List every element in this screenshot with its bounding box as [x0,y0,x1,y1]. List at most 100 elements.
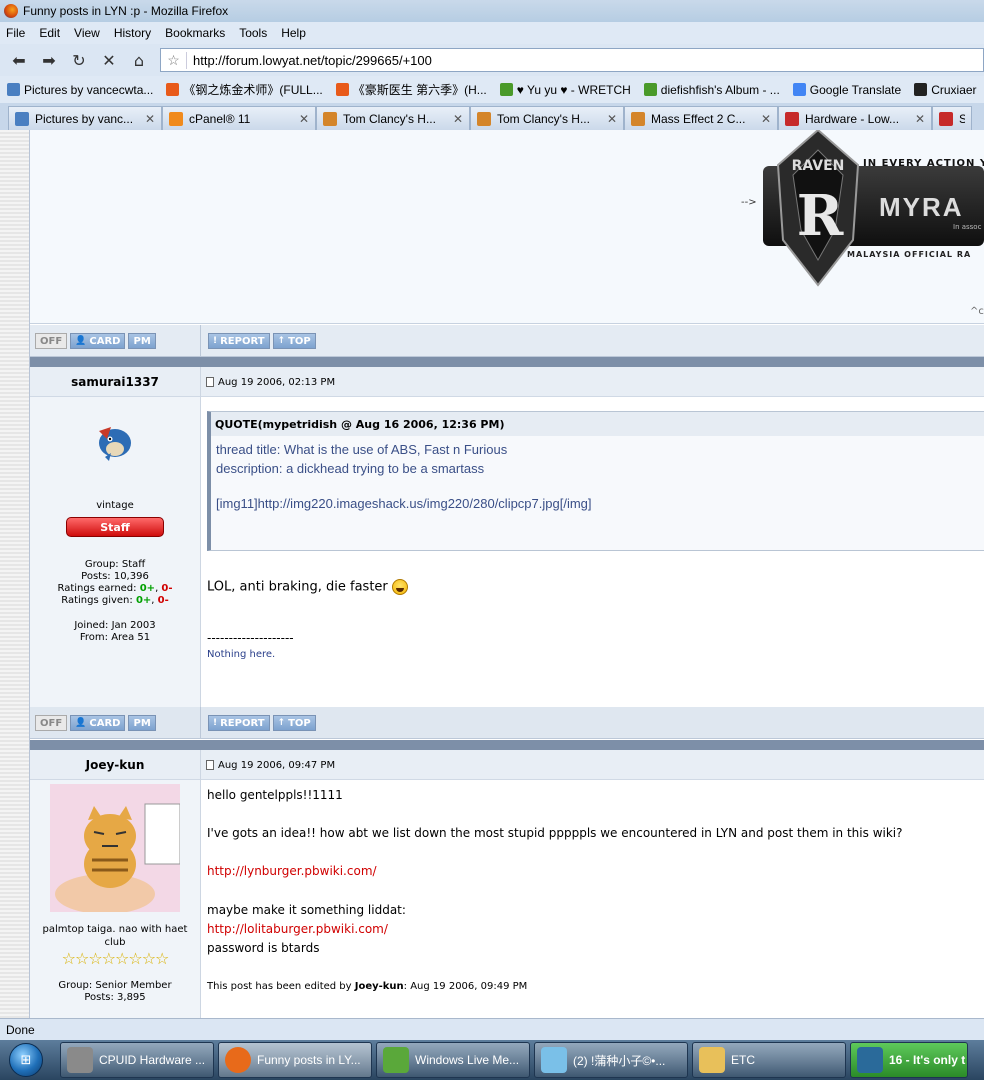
banner-subtitle: MALAYSIA OFFICIAL RA [847,250,972,259]
post-document-icon [206,760,214,770]
browser-tab[interactable]: Tom Clancy's H... ✕ [470,106,624,130]
menu-tools[interactable]: Tools [239,26,267,40]
user-posts: Posts: 10,396 [81,571,149,582]
tab-favicon-icon [785,111,799,126]
menu-help[interactable]: Help [281,26,306,40]
browser-tab[interactable]: Mass Effect 2 C... ✕ [624,106,778,130]
bookmark-label: 《钢之炼金术师》(FULL... [183,83,323,97]
taskbar-label: ETC [731,1053,755,1067]
edited-prefix: This post has been edited by [207,981,355,992]
browser-tab[interactable]: Tom Clancy's H... ✕ [316,106,470,130]
taskbar-item[interactable]: Windows Live Me... [376,1042,530,1078]
quote-block: QUOTE(mypetridish @ Aug 16 2006, 12:36 P… [207,411,984,551]
browser-tab[interactable]: cPanel® 11 ✕ [162,106,316,130]
taskbar-app-icon [225,1047,251,1073]
taskbar-item[interactable]: (2) !蒲种小子©•... [534,1042,688,1078]
banner-assoc: In assoc [953,223,982,231]
card-button[interactable]: 👤 CARD [70,333,126,349]
pm-button[interactable]: PM [128,333,156,349]
report-button[interactable]: ! REPORT [208,333,270,349]
top-button[interactable]: ↑ TOP [272,333,316,349]
back-button[interactable]: ⬅ [6,48,32,72]
top-label: TOP [288,335,311,347]
post-author[interactable]: samurai1337 [30,367,201,397]
taskbar-item[interactable]: CPUID Hardware ... [60,1042,214,1078]
forward-button[interactable]: ➡ [36,48,62,72]
post-date: Aug 19 2006, 09:47 PM [206,750,335,780]
post-link[interactable]: http://lolitaburger.pbwiki.com/ [207,922,388,936]
page-content[interactable]: --> IN EVERY ACTION YOU TA RAVEN R MYRA … [30,130,984,1018]
rank-stars-icon: ☆☆☆☆☆☆☆☆ [61,949,170,968]
tab-bar: Pictures by vanc... ✕ cPanel® 11 ✕ Tom Cla… [0,103,984,130]
bookmark-item[interactable]: 《豪斯医生 第六季》(H... [335,81,487,98]
edited-date: : Aug 19 2006, 09:49 PM [403,981,528,992]
bookmark-item[interactable]: 《钢之炼金术师》(FULL... [166,81,323,98]
pm-button[interactable]: PM [128,715,156,731]
menu-bookmarks[interactable]: Bookmarks [165,26,225,40]
navigation-toolbar: ⬅ ➡ ↻ ✕ ⌂ ☆ http://forum.lowyat.net/topi… [0,44,984,76]
ratings-given-label: Ratings given: [61,595,133,606]
browser-tab[interactable]: Sea [932,106,972,130]
taskbar-label: Funny posts in LY... [257,1053,361,1067]
bookmark-item[interactable]: ♥ Yu yu ♥ - WRETCH [499,83,631,97]
home-button[interactable]: ⌂ [126,48,152,72]
bookmark-item[interactable]: Cruxiaer [914,83,977,97]
post-body: QUOTE(mypetridish @ Aug 16 2006, 12:36 P… [202,397,984,707]
raven-banner[interactable]: IN EVERY ACTION YOU TA RAVEN R MYRA In a… [763,130,984,295]
ratings-given-negative: 0- [157,595,169,606]
bookmark-item[interactable]: Pictures by vancecwta... [7,83,153,97]
raven-shield-icon: RAVEN R [776,130,860,287]
staff-rank-badge: Staff [66,517,164,537]
user-title: palmtop taiga. nao with haet club [42,924,188,948]
taskbar-app-icon [699,1047,725,1073]
online-status-button[interactable]: OFF [35,333,68,349]
url-bar[interactable]: ☆ http://forum.lowyat.net/topic/299665/+… [160,48,984,72]
user-info-panel: vintage Staff Group: Staff Posts: 10,396… [30,397,201,707]
close-tab-icon[interactable]: ✕ [761,112,771,126]
online-status-button[interactable]: OFF [35,715,68,731]
close-tab-icon[interactable]: ✕ [453,112,463,126]
post-text-line: I've gots an idea!! how abt we list down… [207,826,903,840]
post-author[interactable]: Joey-kun [30,750,201,780]
close-tab-icon[interactable]: ✕ [145,112,155,126]
close-tab-icon[interactable]: ✕ [915,112,925,126]
card-label: CARD [89,717,121,729]
bookmark-favicon-icon [166,83,180,96]
close-tab-icon[interactable]: ✕ [299,112,309,126]
taskbar-item[interactable]: ETC [692,1042,846,1078]
top-button[interactable]: ↑ TOP [272,715,316,731]
ratings-given-positive: 0+ [135,595,152,606]
report-button[interactable]: ! REPORT [208,715,270,731]
stop-button[interactable]: ✕ [96,48,122,72]
bookmark-item[interactable]: Google Translate [792,82,902,97]
tab-label: Sea [959,112,965,126]
menu-view[interactable]: View [74,26,100,40]
browser-tab[interactable]: Hardware - Low... ✕ [778,106,932,130]
menu-history[interactable]: History [114,26,151,40]
ratings-earned-negative: 0- [161,583,173,594]
bookmark-favicon-icon [914,83,928,96]
browser-tab[interactable]: Pictures by vanc... ✕ [8,106,162,130]
user-title: vintage [96,500,134,511]
bookmark-label: Google Translate [809,82,902,97]
tab-label: Pictures by vanc... [35,111,134,126]
user-group: Group: Staff [84,559,146,570]
taskbar-item[interactable]: 16 - It's only t [850,1042,968,1078]
menu-edit[interactable]: Edit [39,26,60,40]
window-title: Funny posts in LYN :p - Mozilla Firefox [23,4,229,18]
reload-icon: ↻ [72,50,86,70]
bookmark-item[interactable]: diefishfish's Album - ... [643,83,780,97]
menu-bar: File Edit View History Bookmarks Tools H… [0,22,984,44]
url-text[interactable]: http://forum.lowyat.net/topic/299665/+10… [187,53,432,68]
reload-button[interactable]: ↻ [66,48,92,72]
post-link[interactable]: http://lynburger.pbwiki.com/ [207,864,377,878]
user-joined: Joined: Jan 2003 [74,620,156,631]
post-separator [30,740,984,750]
report-label: REPORT [220,335,265,347]
bookmark-star-icon[interactable]: ☆ [161,51,187,69]
card-button[interactable]: 👤 CARD [70,715,126,731]
menu-file[interactable]: File [6,26,25,40]
start-button[interactable]: ⊞ [0,1040,52,1080]
close-tab-icon[interactable]: ✕ [607,112,617,126]
taskbar-item[interactable]: Funny posts in LY... [218,1042,372,1078]
